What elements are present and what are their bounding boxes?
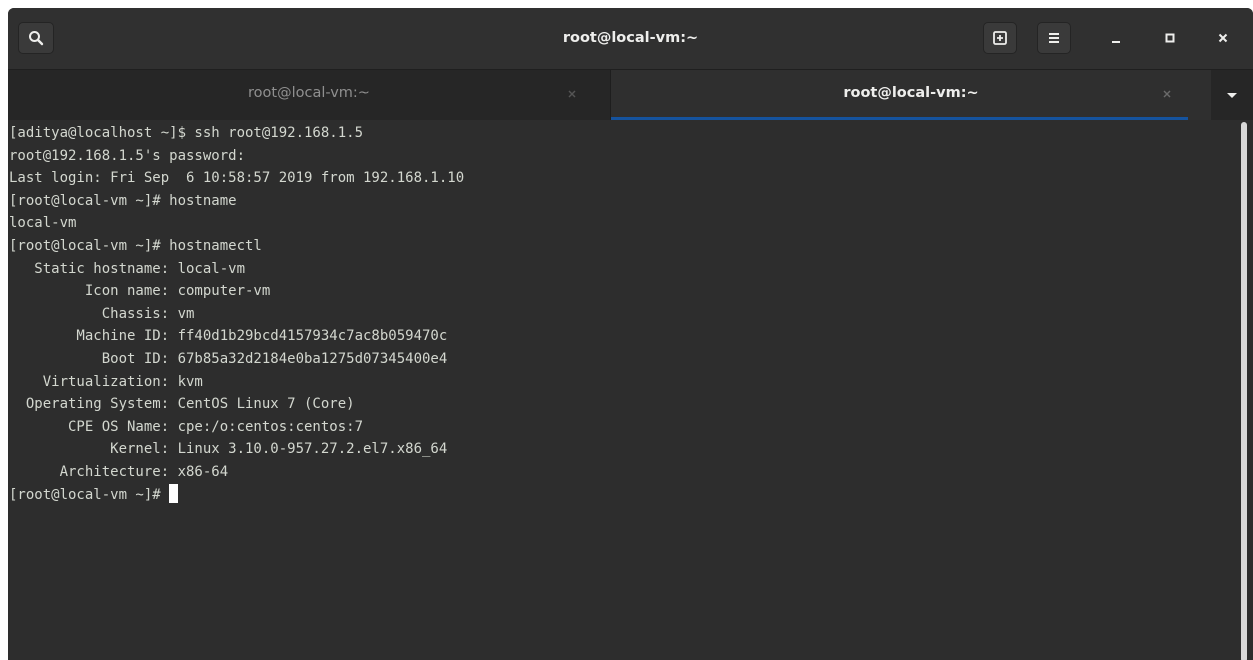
terminal-view[interactable]: [aditya@localhost ~]$ ssh root@192.168.1…: [8, 120, 1253, 660]
text-cursor: [169, 483, 179, 503]
terminal-line: [aditya@localhost ~]$ ssh root@192.168.1…: [9, 125, 364, 141]
terminal-line: Icon name: computer-vm: [9, 283, 271, 300]
terminal-line: Architecture: x86-64: [9, 463, 229, 480]
terminal-line: Operating System: CentOS Linux 7 (Core): [9, 396, 355, 413]
search-icon: [29, 31, 44, 46]
minimize-button[interactable]: [1100, 22, 1132, 54]
terminal-line: Kernel: Linux 3.10.0-957.27.2.el7.x86_64: [9, 441, 448, 458]
header-bar: root@local-vm:~: [8, 8, 1253, 70]
tab-label: root@local-vm:~: [843, 85, 979, 101]
terminal-line: Static hostname: local-vm: [9, 260, 246, 277]
minimize-icon: [1112, 41, 1120, 43]
terminal-line: root@192.168.1.5's password:: [9, 147, 246, 164]
close-icon: [1218, 33, 1228, 43]
terminal-line: local-vm: [9, 215, 77, 232]
tab-root-local-vm-1[interactable]: root@local-vm:~: [8, 70, 610, 120]
terminal-prompt-line[interactable]: [root@local-vm ~]#: [9, 483, 464, 507]
terminal-line: CPE OS Name: cpe:/o:centos:centos:7: [9, 418, 364, 435]
tab-close-button[interactable]: [1159, 86, 1175, 102]
terminal-line: Last login: Fri Sep 6 10:58:57 2019 from…: [9, 170, 465, 187]
tab-root-local-vm-2[interactable]: root@local-vm:~: [610, 70, 1211, 120]
hamburger-menu-icon: [1049, 33, 1059, 43]
chevron-down-icon: [1227, 93, 1237, 98]
terminal-line: Boot ID: 67b85a32d2184e0ba1275d07345400e…: [9, 350, 448, 367]
terminal-line: [root@local-vm ~]# hostnamectl: [9, 237, 262, 254]
new-tab-icon: [993, 31, 1007, 45]
window-title: root@local-vm:~: [562, 30, 699, 46]
terminal-line: Chassis: vm: [9, 305, 195, 322]
shell-prompt: [root@local-vm ~]#: [9, 486, 170, 503]
tab-label: root@local-vm:~: [248, 85, 370, 101]
terminal-window: root@local-vm:~ root@local-vm:~ root@loc…: [8, 8, 1253, 660]
tab-close-button[interactable]: [564, 86, 580, 102]
scrollbar[interactable]: [1241, 122, 1247, 660]
tab-list-button[interactable]: [1211, 70, 1253, 120]
search-button[interactable]: [18, 22, 54, 54]
close-button[interactable]: [1207, 22, 1239, 54]
tab-bar: root@local-vm:~ root@local-vm:~: [8, 70, 1253, 120]
terminal-line: Virtualization: kvm: [9, 373, 203, 390]
terminal-line: [root@local-vm ~]# hostname: [9, 192, 237, 209]
close-icon: [1163, 90, 1171, 98]
terminal-output: [aditya@localhost ~]$ ssh root@192.168.1…: [9, 122, 464, 506]
terminal-line: Machine ID: ff40d1b29bcd4157934c7ac8b059…: [9, 328, 448, 345]
new-tab-button[interactable]: [983, 22, 1017, 54]
menu-button[interactable]: [1037, 22, 1071, 54]
maximize-button[interactable]: [1154, 22, 1186, 54]
maximize-icon: [1165, 33, 1175, 43]
close-icon: [568, 90, 576, 98]
